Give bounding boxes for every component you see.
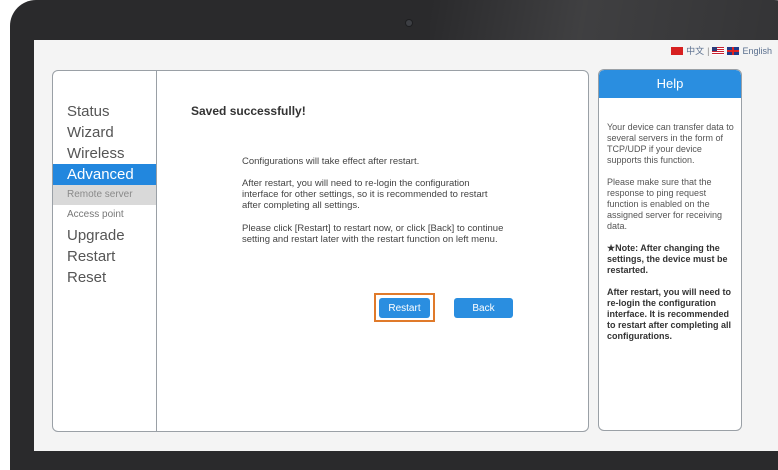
- restart-button[interactable]: Restart: [379, 298, 430, 318]
- sidebar-item-upgrade[interactable]: Upgrade: [53, 225, 156, 246]
- language-separator: |: [707, 45, 710, 56]
- help-paragraph-note: ★Note: After changing the settings, the …: [607, 243, 728, 275]
- sidebar-item-wireless[interactable]: Wireless: [53, 143, 156, 164]
- help-panel: Help Your device can transfer data to se…: [598, 69, 742, 431]
- help-paragraph-relogin: After restart, you will need to re-login…: [607, 287, 732, 341]
- back-button[interactable]: Back: [454, 298, 513, 318]
- language-english[interactable]: English: [742, 46, 772, 56]
- uk-flag-icon: [727, 46, 740, 55]
- sidebar-item-wizard[interactable]: Wizard: [53, 122, 156, 143]
- sidebar-item-status[interactable]: Status: [53, 101, 156, 122]
- screen: 中文 | English Status Wizard Wireless Adva…: [34, 40, 778, 451]
- restart-notice-text: Configurations will take effect after re…: [242, 156, 420, 167]
- sidebar-subitem-access-point[interactable]: Access point: [53, 205, 156, 225]
- help-paragraph-ping: Please make sure that the response to pi…: [607, 177, 723, 231]
- help-paragraph-transfer: Your device can transfer data to several…: [607, 122, 734, 165]
- sidebar-item-reset[interactable]: Reset: [53, 267, 156, 288]
- us-flag-icon: [712, 46, 725, 55]
- sidebar-menu: Status Wizard Wireless Advanced Remote s…: [53, 71, 157, 431]
- main-panel: Status Wizard Wireless Advanced Remote s…: [52, 70, 589, 432]
- relogin-notice-text: After restart, you will need to re-login…: [242, 178, 488, 211]
- instruction-text: Please click [Restart] to restart now, o…: [242, 223, 504, 245]
- sidebar-item-advanced[interactable]: Advanced: [53, 164, 156, 185]
- sidebar-item-restart[interactable]: Restart: [53, 246, 156, 267]
- help-content: Your device can transfer data to several…: [599, 122, 741, 342]
- language-chinese[interactable]: 中文: [686, 44, 704, 57]
- china-flag-icon: [671, 46, 684, 55]
- sidebar-subitem-remote-server[interactable]: Remote server: [53, 185, 156, 205]
- language-switcher: 中文 | English: [671, 44, 772, 57]
- webcam: [406, 20, 412, 26]
- bezel-reflection: [430, 0, 778, 40]
- saved-success-title: Saved successfully!: [191, 104, 306, 118]
- content-area: Saved successfully! Configurations will …: [157, 71, 588, 431]
- help-title: Help: [599, 70, 741, 98]
